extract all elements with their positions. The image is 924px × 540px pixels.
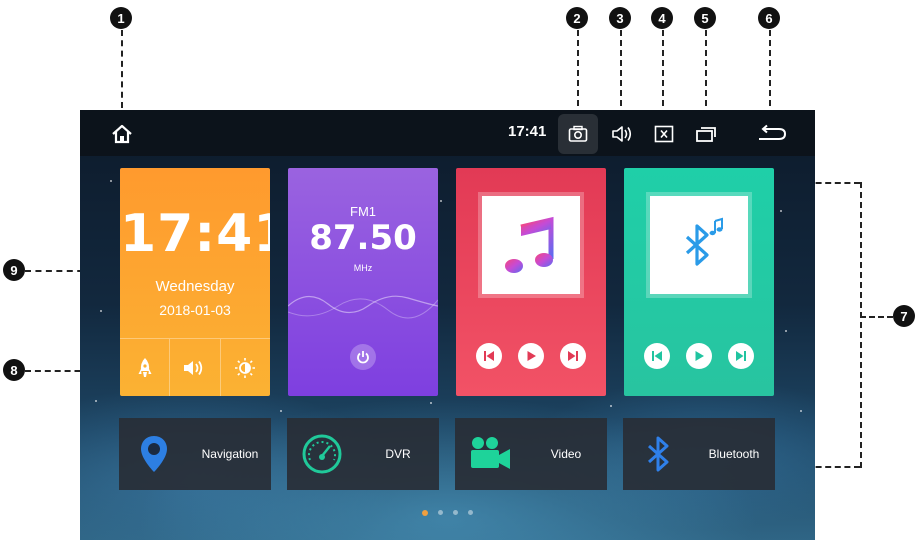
bluetooth-music-art [650, 196, 748, 294]
callout-9: 9 [3, 259, 25, 281]
map-pin-icon [131, 431, 177, 477]
music-play-button[interactable] [518, 343, 544, 369]
callout-2-leader [577, 30, 579, 116]
volume-icon [612, 126, 632, 142]
status-bar: 17:41 [80, 110, 815, 156]
radio-widget[interactable]: FM1 87.50 MHz [288, 168, 438, 396]
home-icon [112, 124, 132, 144]
callout-8: 8 [3, 359, 25, 381]
callout-6-leader [769, 30, 771, 116]
previous-icon [652, 351, 662, 361]
music-next-button[interactable] [560, 343, 586, 369]
clock-day: Wednesday [155, 278, 235, 295]
page-dot[interactable] [453, 510, 458, 515]
brightness-icon [235, 358, 256, 378]
home-button[interactable] [106, 118, 138, 150]
clock-time: 17:41 [120, 204, 270, 264]
callout-7-leader-join [860, 316, 893, 318]
quick-volume-button[interactable] [170, 339, 221, 396]
rocket-icon [138, 358, 152, 377]
callout-5: 5 [694, 7, 716, 29]
bluetooth-music-controls [624, 343, 774, 369]
play-icon [527, 351, 536, 361]
quick-brightness-button[interactable] [221, 339, 270, 396]
previous-icon [484, 351, 494, 361]
music-previous-button[interactable] [476, 343, 502, 369]
shortcut-label: Bluetooth [708, 447, 760, 461]
radio-band: FM1 [350, 204, 376, 219]
power-icon [357, 351, 369, 364]
bluetooth-music-icon [685, 217, 723, 266]
volume-button[interactable] [608, 120, 636, 148]
music-note-icon [505, 216, 554, 273]
shortcut-video[interactable]: Video [455, 418, 607, 490]
video-camera-icon [467, 431, 513, 477]
music-widget[interactable] [456, 168, 606, 396]
callout-4: 4 [651, 7, 673, 29]
shortcut-label: DVR [385, 447, 411, 461]
callout-3-leader [620, 30, 622, 116]
back-button[interactable] [754, 120, 790, 148]
radio-frequency: 87.50 [309, 218, 417, 258]
quick-launch-button[interactable] [120, 339, 171, 396]
screenshot-button[interactable] [564, 120, 592, 148]
clock-widget[interactable]: 17:41 Wednesday 2018-01-03 [120, 168, 270, 396]
callout-1-leader [121, 30, 123, 108]
page-dot-active[interactable] [422, 510, 428, 516]
play-icon [695, 351, 704, 361]
music-art [482, 196, 580, 294]
shortcut-label: Video [550, 447, 582, 461]
quick-settings-row [120, 338, 270, 396]
shortcut-label: Navigation [201, 447, 259, 461]
bluetooth-icon [635, 431, 681, 477]
page-indicator [80, 510, 815, 516]
callout-7: 7 [893, 305, 915, 327]
next-icon [736, 351, 746, 361]
shortcut-navigation[interactable]: Navigation [119, 418, 271, 490]
bluetooth-music-widget[interactable] [624, 168, 774, 396]
callout-6: 6 [758, 7, 780, 29]
next-icon [568, 351, 578, 361]
shortcut-dvr[interactable]: DVR [287, 418, 439, 490]
callout-2: 2 [566, 7, 588, 29]
speedometer-icon [299, 431, 345, 477]
page-dot[interactable] [438, 510, 443, 515]
head-unit-screen: 17:41 17:4 Wednesday 2018-01-03 FM1 87.5… [80, 110, 815, 540]
bt-previous-button[interactable] [644, 343, 670, 369]
radio-unit: MHz [353, 263, 373, 273]
volume-icon [183, 360, 203, 376]
radio-power-button[interactable] [350, 344, 376, 370]
radio-wave-graphic [288, 295, 438, 319]
back-icon [759, 124, 787, 140]
clock-date: 2018-01-03 [159, 302, 231, 318]
callout-1: 1 [110, 7, 132, 29]
close-box-icon [654, 125, 674, 143]
recent-apps-button[interactable] [692, 120, 720, 148]
callout-4-leader [662, 30, 664, 116]
music-controls [456, 343, 606, 369]
camera-icon [568, 125, 588, 142]
recent-apps-icon [696, 127, 716, 142]
close-app-button[interactable] [650, 120, 678, 148]
bt-next-button[interactable] [728, 343, 754, 369]
callout-5-leader [705, 30, 707, 116]
callout-7-leader-vertical [860, 182, 862, 468]
status-time: 17:41 [508, 123, 547, 140]
page-dot[interactable] [468, 510, 473, 515]
callout-3: 3 [609, 7, 631, 29]
shortcut-bluetooth[interactable]: Bluetooth [623, 418, 775, 490]
bt-play-button[interactable] [686, 343, 712, 369]
